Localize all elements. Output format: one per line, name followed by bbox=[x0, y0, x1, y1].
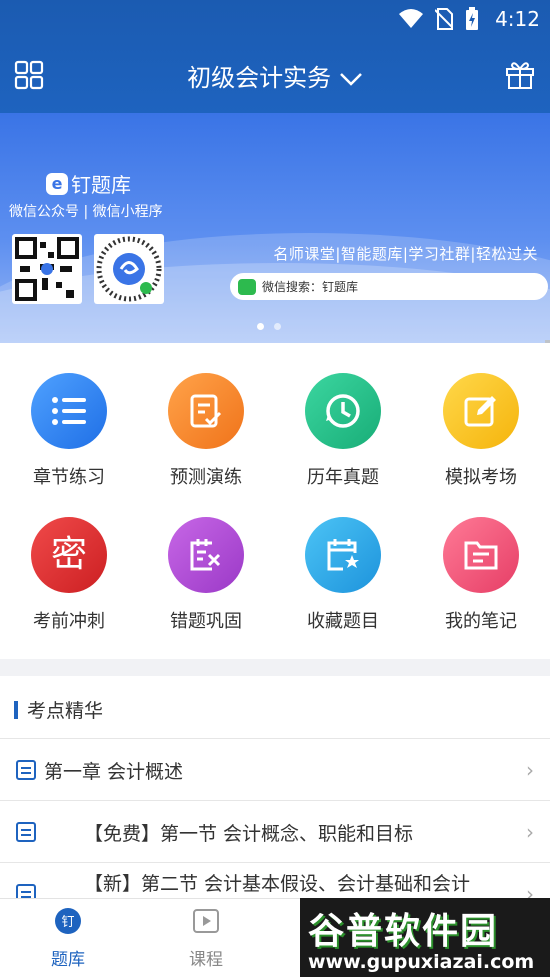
feature-label: 章节练习 bbox=[33, 467, 105, 488]
calendar-star-icon bbox=[305, 517, 381, 593]
feature-wrong-questions[interactable]: 错题巩固 bbox=[151, 517, 261, 633]
list-item-label: 【新】第二节 会计基本假设、会计基础和会计 bbox=[84, 873, 471, 895]
history-clock-icon bbox=[305, 373, 381, 449]
section-title: 考点精华 bbox=[14, 696, 103, 723]
section-title-text: 考点精华 bbox=[27, 700, 104, 722]
chevron-right-icon: › bbox=[526, 820, 534, 844]
tab-question-bank[interactable]: 钉 题库 bbox=[28, 907, 108, 970]
brand-logo: e 钉题库 bbox=[46, 169, 131, 198]
chevron-right-icon: › bbox=[526, 758, 534, 782]
feature-label: 我的笔记 bbox=[445, 611, 517, 632]
watermark: 谷普软件园 www.gupuxiazai.com bbox=[300, 898, 550, 977]
feature-final-sprint[interactable]: 密 考前冲刺 bbox=[14, 517, 124, 633]
list-item[interactable]: 第一章 会计概述 › bbox=[0, 738, 550, 800]
feature-mock-exam[interactable]: 模拟考场 bbox=[426, 373, 536, 489]
feature-favorites[interactable]: 收藏题目 bbox=[288, 517, 398, 633]
feature-past-exams[interactable]: 历年真题 bbox=[288, 373, 398, 489]
tab-label: 课程 bbox=[189, 950, 223, 970]
subject-selector[interactable]: 初级会计实务 bbox=[0, 58, 550, 93]
section-title-bar bbox=[14, 700, 18, 719]
feature-label: 历年真题 bbox=[307, 467, 379, 488]
chevron-down-icon bbox=[339, 73, 362, 86]
bottom-nav: 钉 题库 课程 谷普软件园 www.gupuxiazai.com bbox=[0, 898, 550, 977]
qr-code-icon bbox=[12, 234, 82, 304]
tab-courses[interactable]: 课程 bbox=[166, 907, 246, 970]
watermark-url: www.gupuxiazai.com bbox=[308, 951, 535, 973]
feature-chapter-practice[interactable]: 章节练习 bbox=[14, 373, 124, 489]
key-points-section: 考点精华 第一章 会计概述 › 【免费】第一节 会计概念、职能和目标 › 【新】… bbox=[0, 676, 550, 906]
svg-text:钉: 钉 bbox=[61, 915, 74, 930]
folder-note-icon bbox=[443, 517, 519, 593]
wifi-icon bbox=[399, 9, 424, 28]
page-title: 初级会计实务 bbox=[187, 64, 332, 92]
watermark-title: 谷普软件园 bbox=[308, 911, 499, 952]
feature-predict-practice[interactable]: 预测演练 bbox=[151, 373, 261, 489]
battery-charging-icon bbox=[466, 7, 479, 30]
feature-label: 收藏题目 bbox=[307, 611, 379, 632]
status-bar: 4:12 bbox=[399, 6, 540, 32]
list-icon bbox=[31, 373, 107, 449]
document-icon bbox=[16, 822, 36, 842]
wechat-search-pill: 微信搜索：钉题库 bbox=[230, 273, 548, 300]
feature-grid: 章节练习 预测演练 历年真题 模拟考场 密 考前冲刺 错题巩固 收藏题目 我的笔… bbox=[0, 343, 550, 659]
calendar-x-icon bbox=[168, 517, 244, 593]
clipboard-check-icon bbox=[168, 373, 244, 449]
quiz-bank-icon: 钉 bbox=[55, 908, 81, 934]
mini-program-code-icon bbox=[94, 234, 164, 304]
wechat-icon bbox=[238, 278, 256, 295]
feature-label: 错题巩固 bbox=[170, 611, 242, 632]
list-item-label: 【免费】第一节 会计概念、职能和目标 bbox=[84, 823, 414, 845]
status-time: 4:12 bbox=[495, 7, 540, 31]
promo-banner[interactable]: e 钉题库 微信公众号 | 微信小程序 名师课堂|智能题库|学习社群|轻松过关 … bbox=[0, 113, 550, 343]
pagination-dot[interactable] bbox=[274, 323, 281, 330]
no-sim-icon bbox=[435, 8, 454, 30]
document-icon bbox=[16, 760, 36, 780]
video-play-icon bbox=[193, 909, 219, 933]
brand-name: 钉题库 bbox=[71, 173, 131, 197]
wechat-search-text: 微信搜索：钉题库 bbox=[262, 280, 359, 294]
feature-label: 考前冲刺 bbox=[33, 611, 105, 632]
banner-pagination[interactable] bbox=[257, 323, 281, 330]
feature-label: 预测演练 bbox=[170, 467, 242, 488]
logo-icon: e bbox=[46, 172, 68, 195]
app-header: 初级会计实务 bbox=[0, 40, 550, 112]
brand-subtitle: 微信公众号 | 微信小程序 bbox=[9, 204, 163, 220]
edit-icon bbox=[443, 373, 519, 449]
pagination-dot[interactable] bbox=[257, 323, 264, 330]
secret-mi-icon: 密 bbox=[31, 517, 107, 593]
feature-label: 模拟考场 bbox=[445, 467, 517, 488]
top-bar: 4:12 初级会计实务 bbox=[0, 0, 550, 113]
list-item[interactable]: 【免费】第一节 会计概念、职能和目标 › bbox=[0, 800, 550, 862]
feature-my-notes[interactable]: 我的笔记 bbox=[426, 517, 536, 633]
list-item-label: 第一章 会计概述 bbox=[44, 761, 184, 783]
tab-label: 题库 bbox=[51, 950, 85, 970]
banner-slogan: 名师课堂|智能题库|学习社群|轻松过关 bbox=[273, 245, 538, 263]
gift-icon[interactable] bbox=[504, 58, 536, 90]
